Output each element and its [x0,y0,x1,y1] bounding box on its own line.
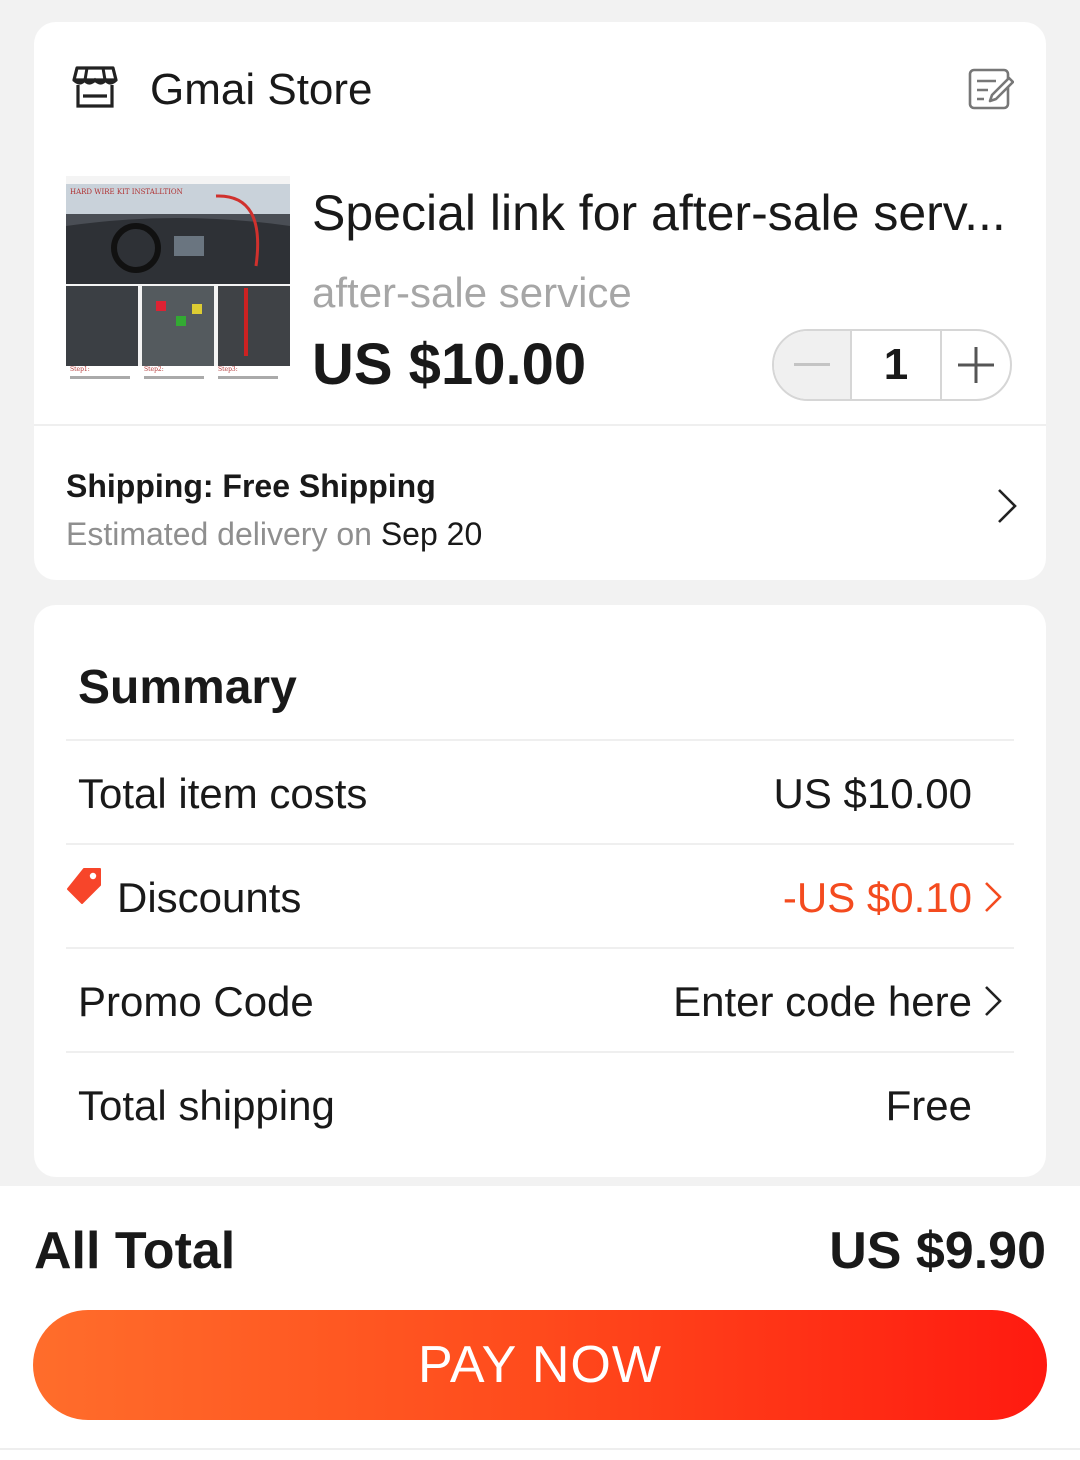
minus-icon [794,363,830,366]
increase-quantity-button[interactable] [942,331,1010,399]
divider [0,1448,1080,1450]
row-label: Total item costs [78,770,368,817]
delivery-label: Estimated delivery on [66,516,372,552]
product-variant[interactable]: after-sale service [312,268,632,318]
product-image[interactable]: HARD WIRE KIT INSTALLTION Step1: Step2: … [66,176,290,398]
all-total-label: All Total [34,1222,236,1280]
image-step: Step3: [218,366,238,373]
product-price: US $10.00 [312,332,587,397]
discounts-row[interactable]: Discounts -US $0.10 [66,843,1014,947]
row-label: Promo Code [78,978,314,1025]
plus-icon [958,347,994,383]
product-photo [66,176,290,398]
product-title[interactable]: Special link for after-sale serv... [312,184,1012,242]
row-label: Total shipping [78,1082,335,1129]
chevron-right-icon [998,489,1017,523]
chevron-right-icon [985,882,1002,912]
delivery-date: Sep 20 [380,516,483,552]
row-label: Discounts [117,874,302,921]
shipping-option-row[interactable]: Shipping: Free Shipping Estimated delive… [34,426,1046,580]
order-item-card: Gmai Store HARD WIRE KIT INSTALLTION Ste… [34,22,1046,580]
image-caption: HARD WIRE KIT INSTALLTION [70,188,183,196]
row-value: Free [885,1082,972,1129]
image-step: Step1: [70,366,90,373]
quantity-stepper: 1 [772,329,1012,401]
summary-title: Summary [78,661,297,714]
discount-value: -US $0.10 [782,874,972,921]
image-step: Step2: [144,366,164,373]
estimated-delivery: Estimated delivery on Sep 20 [66,514,482,554]
promo-code-row[interactable]: Promo Code Enter code here [66,947,1014,1051]
store-name[interactable]: Gmai Store [150,64,373,116]
discount-tag-icon [67,868,101,904]
all-total-value: US $9.90 [829,1222,1046,1280]
store-header[interactable]: Gmai Store [34,22,1046,157]
shipping-method: Shipping: Free Shipping [66,468,436,504]
pay-now-button[interactable]: PAY NOW [33,1310,1047,1420]
promo-code-input[interactable]: Enter code here [673,977,972,1027]
order-summary-card: Summary Total item costs US $10.00 Disco… [34,605,1046,1177]
row-value: US $10.00 [773,770,972,817]
total-item-costs-row: Total item costs US $10.00 [66,739,1014,843]
total-shipping-row: Total shipping Free [66,1051,1014,1155]
checkout-bar: All Total US $9.90 PAY NOW [0,1186,1080,1460]
chevron-right-icon [985,986,1002,1016]
decrease-quantity-button[interactable] [774,331,852,399]
edit-note-icon[interactable] [966,64,1014,112]
quantity-value[interactable]: 1 [852,331,942,399]
store-icon [72,66,118,108]
